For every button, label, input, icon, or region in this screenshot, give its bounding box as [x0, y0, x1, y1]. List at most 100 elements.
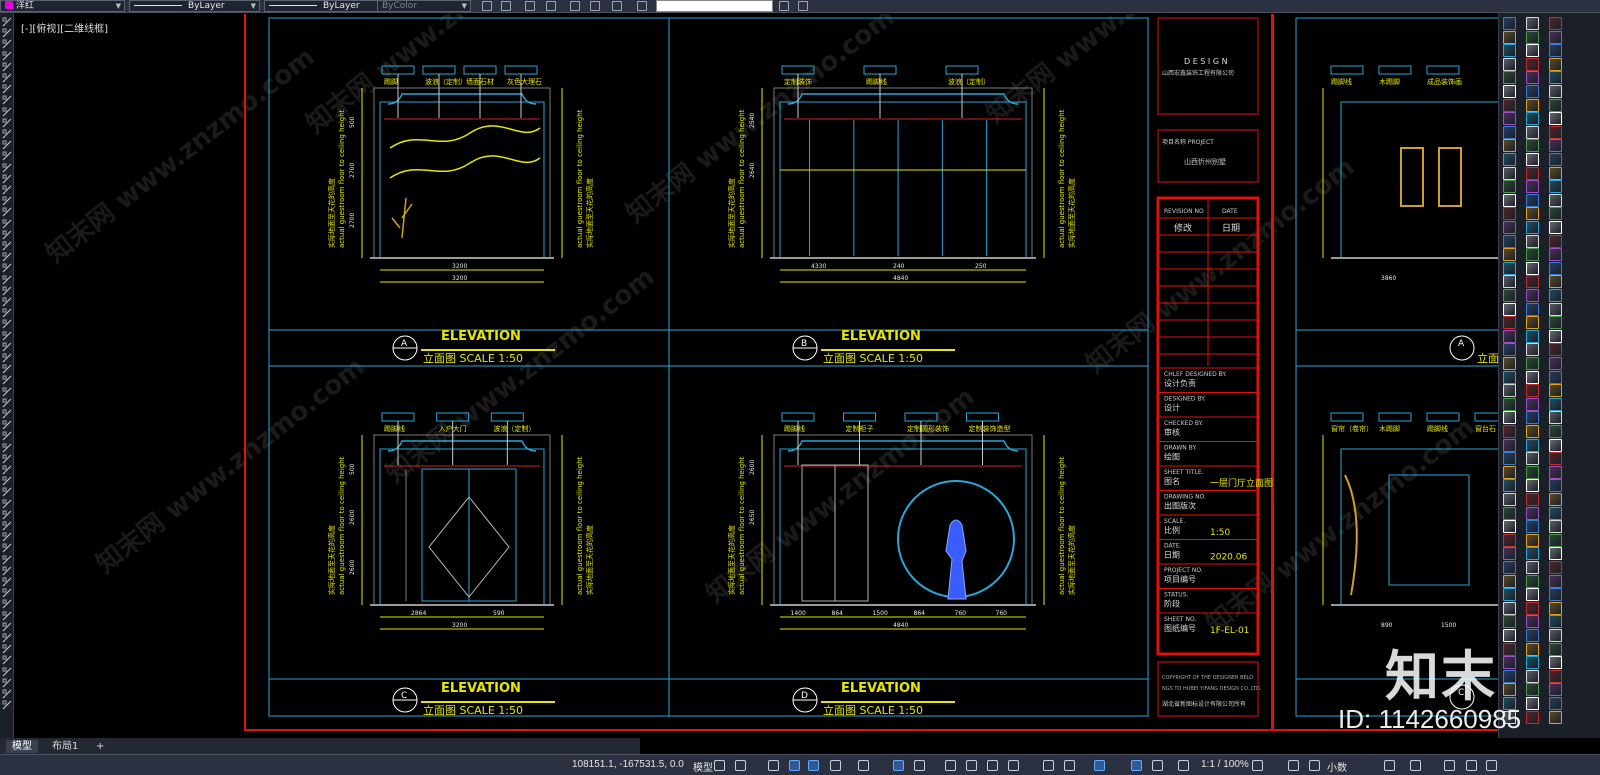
- palette-tool-icon[interactable]: [1526, 710, 1539, 724]
- palette-tool-icon[interactable]: [1526, 57, 1539, 71]
- palette-tool-icon[interactable]: [1549, 615, 1562, 629]
- palette-tool-icon[interactable]: [1549, 153, 1562, 166]
- palette-tool-icon[interactable]: [1549, 547, 1562, 561]
- palette-tool-icon[interactable]: [1526, 139, 1539, 153]
- palette-tool-icon[interactable]: [1526, 588, 1539, 602]
- palette-tool-icon[interactable]: [1503, 561, 1516, 574]
- palette-tool-icon[interactable]: [1503, 30, 1516, 44]
- palette-tool-icon[interactable]: [1526, 234, 1539, 248]
- palette-tool-icon[interactable]: [1503, 425, 1516, 438]
- palette-tool-icon[interactable]: [1526, 71, 1539, 85]
- layout-icon[interactable]: [2, 521, 12, 531]
- trim-icon[interactable]: [2, 297, 12, 307]
- palette-tool-icon[interactable]: [1503, 642, 1516, 656]
- palette-tool-icon[interactable]: [1549, 370, 1562, 384]
- palette-tool-icon[interactable]: [1549, 207, 1562, 221]
- tool-icon[interactable]: [2, 588, 12, 598]
- palette-tool-icon[interactable]: [1526, 397, 1539, 411]
- palette-tool-icon[interactable]: [1526, 574, 1539, 588]
- palette-tool-icon[interactable]: [1503, 343, 1516, 357]
- palette-tool-icon[interactable]: [1503, 479, 1516, 493]
- customize-icon[interactable]: [1486, 760, 1497, 771]
- palette-tool-icon[interactable]: [1503, 615, 1516, 629]
- annotation-visibility-icon[interactable]: [1131, 760, 1142, 771]
- object-snap-icon[interactable]: [914, 760, 925, 771]
- palette-tool-icon[interactable]: [1503, 547, 1516, 561]
- tool-icon[interactable]: [2, 644, 12, 654]
- palette-tool-icon[interactable]: [1503, 520, 1516, 534]
- palette-tool-icon[interactable]: [1503, 384, 1516, 398]
- annotation-scale-readout[interactable]: 1:1 / 100%: [1201, 759, 1249, 770]
- object-snap-tracking-icon[interactable]: [893, 760, 904, 771]
- quick-properties-icon[interactable]: [1384, 760, 1395, 771]
- tool-icon[interactable]: [2, 689, 12, 699]
- add-layout-tab-button[interactable]: +: [90, 740, 110, 753]
- polar-tracking-icon[interactable]: [830, 760, 841, 771]
- palette-tool-icon[interactable]: [1526, 465, 1539, 479]
- palette-tool-icon[interactable]: [1526, 248, 1539, 262]
- palette-tool-icon[interactable]: [1526, 520, 1539, 534]
- model-space-button[interactable]: 模型: [693, 759, 713, 774]
- palette-tool-icon[interactable]: [1549, 221, 1562, 234]
- rectangle-icon[interactable]: [2, 62, 12, 72]
- tool-icon[interactable]: [2, 543, 12, 553]
- palette-tool-icon[interactable]: [1526, 17, 1539, 30]
- palette-tool-icon[interactable]: [1503, 411, 1516, 425]
- palette-tool-icon[interactable]: [1549, 180, 1562, 194]
- palette-tool-icon[interactable]: [1549, 384, 1562, 398]
- palette-tool-icon[interactable]: [1549, 57, 1562, 71]
- palette-tool-icon[interactable]: [1549, 588, 1562, 602]
- palette-tool-icon[interactable]: [1503, 629, 1516, 642]
- polyline-icon[interactable]: [2, 28, 12, 38]
- palette-tool-icon[interactable]: [1503, 397, 1516, 411]
- palette-tool-icon[interactable]: [1503, 180, 1516, 194]
- dimension-icon[interactable]: [2, 196, 12, 206]
- match-properties-icon[interactable]: [525, 1, 535, 11]
- palette-tool-icon[interactable]: [1503, 506, 1516, 520]
- scale-icon[interactable]: [2, 375, 12, 385]
- palette-tool-icon[interactable]: [1503, 98, 1516, 112]
- cube-icon[interactable]: [2, 476, 12, 486]
- palette-tool-icon[interactable]: [1549, 629, 1562, 642]
- palette-tool-icon[interactable]: [1526, 384, 1539, 398]
- palette-tool-icon[interactable]: [1549, 316, 1562, 330]
- palette-tool-icon[interactable]: [1526, 357, 1539, 370]
- palette-tool-icon[interactable]: [1526, 683, 1539, 697]
- palette-tool-icon[interactable]: [1503, 166, 1516, 180]
- break-icon[interactable]: [2, 342, 12, 352]
- palette-tool-icon[interactable]: [1503, 669, 1516, 683]
- palette-tool-icon[interactable]: [1549, 601, 1562, 615]
- palette-tool-icon[interactable]: [1526, 316, 1539, 330]
- palette-tool-icon[interactable]: [1526, 601, 1539, 615]
- palette-tool-icon[interactable]: [1526, 669, 1539, 683]
- hardware-acceleration-icon[interactable]: [1309, 760, 1320, 771]
- palette-tool-icon[interactable]: [1503, 493, 1516, 506]
- palette-tool-icon[interactable]: [1503, 302, 1516, 316]
- palette-tool-icon[interactable]: [1526, 180, 1539, 194]
- palette-tool-icon[interactable]: [1526, 193, 1539, 207]
- palette-tool-icon[interactable]: [1549, 357, 1562, 370]
- palette-tool-icon[interactable]: [1549, 574, 1562, 588]
- ellipse-arc-icon[interactable]: [2, 107, 12, 117]
- point-icon[interactable]: [2, 118, 12, 128]
- region-icon[interactable]: [2, 151, 12, 161]
- palette-tool-icon[interactable]: [1549, 261, 1562, 275]
- palette-tool-icon[interactable]: [1549, 343, 1562, 357]
- measure-icon[interactable]: [2, 420, 12, 430]
- 3d-object-snap-icon[interactable]: [1008, 760, 1019, 771]
- extend-icon[interactable]: [2, 308, 12, 318]
- palette-tool-icon[interactable]: [1526, 438, 1539, 452]
- palette-tool-icon[interactable]: [1526, 533, 1539, 547]
- zoom-icon[interactable]: [546, 1, 556, 11]
- palette-tool-icon[interactable]: [1526, 479, 1539, 493]
- palette-tool-icon[interactable]: [1549, 30, 1562, 44]
- layer-icon[interactable]: [2, 398, 12, 408]
- lineweight-toggle-icon[interactable]: [945, 760, 956, 771]
- tool-icon[interactable]: [2, 667, 12, 677]
- palette-tool-icon[interactable]: [1549, 411, 1562, 425]
- palette-tool-icon[interactable]: [1503, 370, 1516, 384]
- palette-tool-icon[interactable]: [1503, 601, 1516, 615]
- palette-tool-icon[interactable]: [1503, 17, 1516, 30]
- palette-tool-icon[interactable]: [1526, 302, 1539, 316]
- ellipse-icon[interactable]: [2, 95, 12, 105]
